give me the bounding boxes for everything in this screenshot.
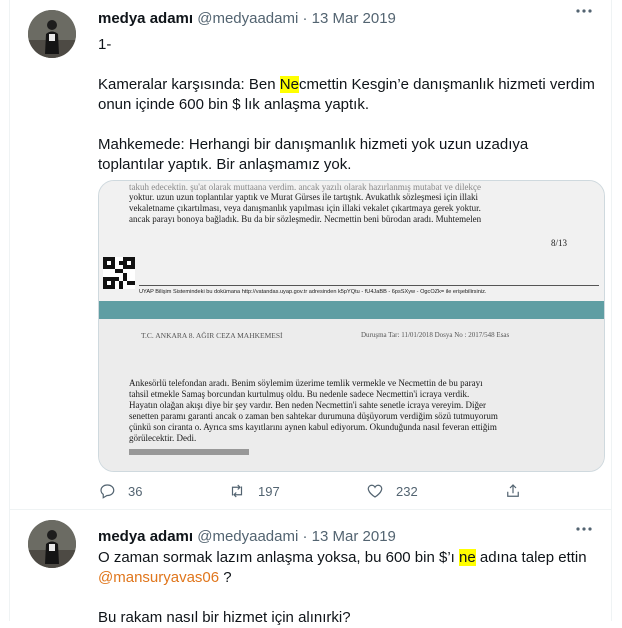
author-handle[interactable]: @medyaadami xyxy=(197,528,298,545)
tweet-paragraph-2: Mahkemede: Herhangi bir danışmanlık hizm… xyxy=(98,136,529,173)
tweet-paragraph-2: @mansuryavas06 ? xyxy=(98,568,598,588)
tweet-2[interactable]: medya adamı @medyaadami · 13 Mar 2019 O … xyxy=(10,510,611,626)
document-text: Ankesörlü telefondan aradı. Benim söylem… xyxy=(129,378,483,388)
like-count: 232 xyxy=(396,483,418,499)
share-icon xyxy=(507,484,519,497)
timeline-border-right xyxy=(611,0,612,621)
footer-rule xyxy=(139,285,599,286)
document-text: takuh edecektin. şu'at olarak muttaana v… xyxy=(129,182,481,192)
tweet-actions: 36 197 232 xyxy=(98,482,538,502)
reply-count: 36 xyxy=(128,483,143,499)
tweet-text: 1- Kameralar karşısında: Ben Necmettin K… xyxy=(98,35,598,175)
like-button[interactable]: 232 xyxy=(366,482,418,500)
document-text: senetten paramı garanti ancak o zaman be… xyxy=(129,411,498,421)
avatar-image xyxy=(28,10,76,58)
retweet-button[interactable]: 197 xyxy=(228,482,280,500)
text-segment: Kameralar karşısında: Ben xyxy=(98,76,280,93)
tweet-date[interactable]: 13 Mar 2019 xyxy=(312,10,396,27)
text-segment: ? xyxy=(219,569,232,586)
author-handle[interactable]: @medyaadami xyxy=(197,10,298,27)
avatar-image xyxy=(28,520,76,568)
qr-code-icon xyxy=(103,257,135,289)
document-text: tahsil etmekle Samaş borcundan kurtulmuş… xyxy=(129,389,470,399)
tweet-paragraph-1: Kameralar karşısında: Ben Necmettin Kesg… xyxy=(98,75,598,115)
highlighted-text: Ne xyxy=(279,76,299,93)
document-text: çünkü son ciranta o. Ayrıca sms kayıtlar… xyxy=(129,422,497,432)
highlighted-text: ne xyxy=(459,549,476,566)
reply-button[interactable]: 36 xyxy=(98,482,142,500)
share-button[interactable] xyxy=(504,482,522,500)
tweet-media-image[interactable]: takuh edecektin. şu'at olarak muttaana v… xyxy=(98,180,605,472)
tweet-text: O zaman sormak lazım anlaşma yoksa, bu 6… xyxy=(98,548,598,628)
separator: · xyxy=(302,528,308,545)
tweet-header: medya adamı @medyaadami · 13 Mar 2019 xyxy=(98,9,396,29)
tweet-header: medya adamı @medyaadami · 13 Mar 2019 xyxy=(98,527,396,547)
retweet-count: 197 xyxy=(258,483,280,499)
text-segment: O zaman sormak lazım anlaşma yoksa, bu 6… xyxy=(98,549,459,566)
tweet-paragraph-3: Bu rakam nasıl bir hizmet için alınırki? xyxy=(98,609,351,626)
more-icon[interactable] xyxy=(575,2,593,25)
avatar[interactable] xyxy=(28,10,76,58)
document-separator-band xyxy=(99,301,604,319)
case-info: Duruşma Tar: 11/01/2018 Dosya No : 2017/… xyxy=(361,331,510,339)
document-text: ancak parayı bonoya bağladık. Bu da bir … xyxy=(129,214,482,224)
like-icon xyxy=(367,484,383,498)
tweet-1[interactable]: medya adamı @medyaadami · 13 Mar 2019 1-… xyxy=(10,0,611,509)
document-text: yoktur. uzun uzun toplantılar yaptık ve … xyxy=(129,192,479,202)
document-text: görülecektir. Dedi. xyxy=(129,433,197,443)
document-cut-line xyxy=(129,449,249,455)
separator: · xyxy=(302,10,308,27)
document-text: Hayatın olağan akışı diye bir şey vardır… xyxy=(129,400,486,410)
document-footer: UYAP Bilişim Sistemindeki bu dokümana ht… xyxy=(139,289,487,295)
mention-link[interactable]: @mansuryavas06 xyxy=(98,569,219,586)
more-icon[interactable] xyxy=(575,520,593,543)
tweet-paragraph-1: O zaman sormak lazım anlaşma yoksa, bu 6… xyxy=(98,548,598,568)
court-header: T.C. ANKARA 8. AĞIR CEZA MAHKEMESİ xyxy=(141,331,283,340)
page-number: 8/13 xyxy=(551,238,568,248)
document-text: vekaletname çıkartılması, veya danışmanl… xyxy=(129,203,481,213)
tweet-date[interactable]: 13 Mar 2019 xyxy=(312,528,396,545)
reply-icon xyxy=(100,484,115,499)
tweet-line-1: 1- xyxy=(98,36,112,53)
text-segment: adına talep ettin xyxy=(475,549,587,566)
author-name[interactable]: medya adamı xyxy=(98,10,193,27)
retweet-icon xyxy=(231,484,243,498)
author-name[interactable]: medya adamı xyxy=(98,528,193,545)
avatar[interactable] xyxy=(28,520,76,568)
